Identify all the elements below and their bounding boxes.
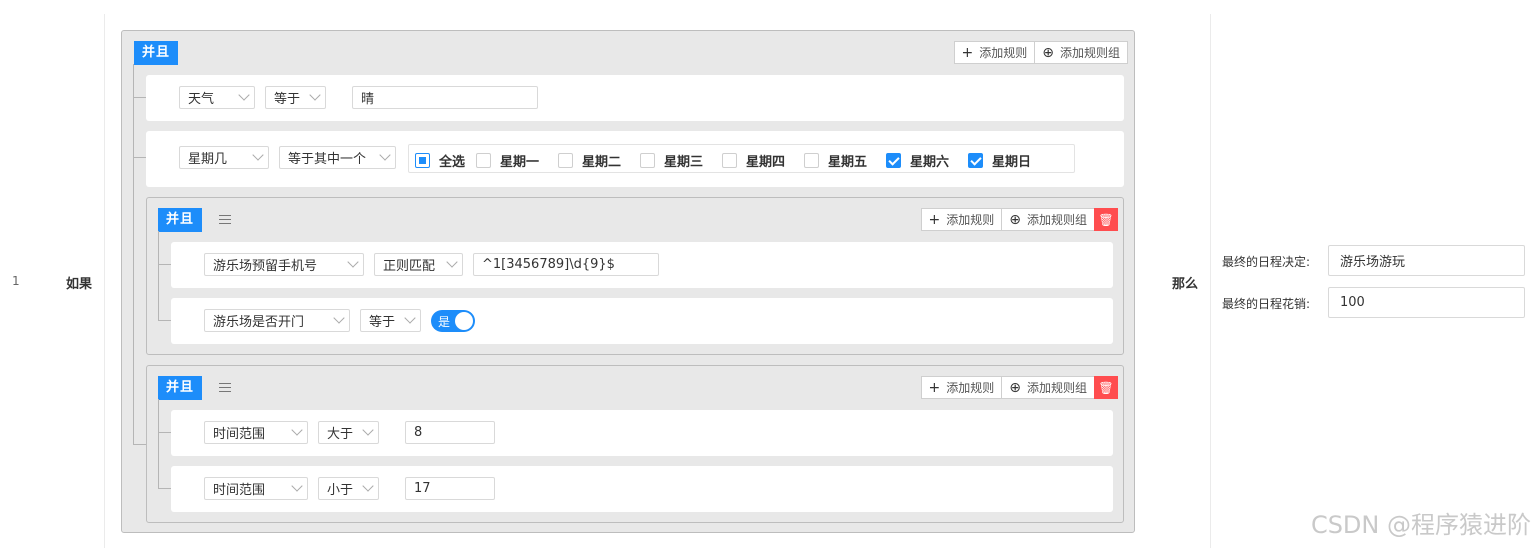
add-rule-group-button[interactable]: ⊕ 添加规则组 bbox=[1001, 208, 1095, 231]
delete-group-button[interactable]: 🗑 bbox=[1094, 208, 1118, 231]
chevron-down-icon bbox=[238, 89, 250, 101]
checkbox-friday[interactable]: 星期五 bbox=[804, 151, 867, 170]
operator-select[interactable]: 正则匹配 bbox=[374, 253, 463, 276]
chevron-down-icon bbox=[446, 256, 458, 268]
group-logic-tag[interactable]: 并且 bbox=[134, 41, 179, 65]
checkbox-icon bbox=[558, 153, 573, 168]
value-input[interactable]: 晴 bbox=[352, 86, 538, 109]
field-select[interactable]: 星期几 bbox=[179, 146, 269, 169]
checkbox-icon bbox=[476, 153, 491, 168]
decision-input[interactable]: 游乐场游玩 bbox=[1328, 245, 1525, 276]
tree-connector bbox=[158, 231, 159, 321]
tree-branch bbox=[133, 444, 147, 445]
checkbox-checked-icon bbox=[886, 153, 901, 168]
checkbox-checked-icon bbox=[968, 153, 983, 168]
add-rule-group-button[interactable]: ⊕ 添加规则组 bbox=[1001, 376, 1095, 399]
value-switch[interactable]: 是 bbox=[431, 310, 475, 332]
plus-icon: + bbox=[928, 379, 941, 396]
value-input[interactable]: ^1[3456789]\d{9}$ bbox=[473, 253, 659, 276]
operator-select[interactable]: 等于 bbox=[360, 309, 421, 332]
chevron-down-icon bbox=[362, 424, 374, 436]
delete-group-button[interactable]: 🗑 bbox=[1094, 376, 1118, 399]
chevron-down-icon bbox=[404, 312, 416, 324]
group-logic-tag[interactable]: 并且 bbox=[158, 376, 203, 400]
divider bbox=[104, 14, 105, 548]
weekday-checkbox-group: 全选 星期一 星期二 星期三 星期四 星期五 星期六 星期日 bbox=[408, 144, 1075, 173]
tree-branch bbox=[133, 97, 147, 98]
add-rule-button[interactable]: + 添加规则 bbox=[920, 208, 1003, 231]
tree-branch bbox=[158, 320, 172, 321]
add-rule-button[interactable]: + 添加规则 bbox=[920, 376, 1003, 399]
add-rule-button[interactable]: + 添加规则 bbox=[953, 41, 1036, 64]
value-input[interactable]: 8 bbox=[405, 421, 495, 444]
plus-circle-icon: ⊕ bbox=[1009, 379, 1021, 396]
chevron-down-icon bbox=[291, 480, 303, 492]
checkbox-icon bbox=[722, 153, 737, 168]
checkbox-wednesday[interactable]: 星期三 bbox=[640, 151, 703, 170]
chevron-down-icon bbox=[379, 149, 391, 161]
tree-branch bbox=[133, 157, 147, 158]
tree-branch bbox=[158, 432, 172, 433]
checkbox-thursday[interactable]: 星期四 bbox=[722, 151, 785, 170]
if-label: 如果 bbox=[66, 277, 93, 292]
outer-group-actions: + 添加规则 ⊕ 添加规则组 bbox=[953, 41, 1128, 64]
tree-connector bbox=[133, 64, 134, 444]
tree-connector bbox=[158, 399, 159, 489]
operator-select[interactable]: 大于 bbox=[318, 421, 379, 444]
decision-label: 最终的日程决定: bbox=[1222, 255, 1311, 269]
group-actions: + 添加规则 ⊕ 添加规则组 🗑 bbox=[920, 376, 1118, 399]
checkbox-indeterminate-icon bbox=[415, 153, 430, 168]
tree-branch bbox=[158, 488, 172, 489]
chevron-down-icon bbox=[309, 89, 321, 101]
trash-icon: 🗑 bbox=[1098, 212, 1114, 227]
tree-branch bbox=[158, 264, 172, 265]
plus-icon: + bbox=[928, 211, 941, 228]
checkbox-saturday[interactable]: 星期六 bbox=[886, 151, 949, 170]
list-icon[interactable] bbox=[219, 383, 231, 393]
switch-knob bbox=[455, 312, 473, 330]
checkbox-icon bbox=[804, 153, 819, 168]
checkbox-select-all[interactable]: 全选 bbox=[415, 151, 465, 170]
plus-icon: + bbox=[961, 44, 974, 61]
operator-select[interactable]: 小于 bbox=[318, 477, 379, 500]
chevron-down-icon bbox=[362, 480, 374, 492]
chevron-down-icon bbox=[347, 256, 359, 268]
plus-circle-icon: ⊕ bbox=[1009, 211, 1021, 228]
operator-select[interactable]: 等于其中一个 bbox=[279, 146, 396, 169]
group-actions: + 添加规则 ⊕ 添加规则组 🗑 bbox=[920, 208, 1118, 231]
checkbox-sunday[interactable]: 星期日 bbox=[968, 151, 1031, 170]
watermark: CSDN @程序猿进阶 bbox=[1310, 511, 1531, 539]
plus-circle-icon: ⊕ bbox=[1042, 44, 1054, 61]
add-rule-group-button[interactable]: ⊕ 添加规则组 bbox=[1034, 41, 1128, 64]
value-input[interactable]: 17 bbox=[405, 477, 495, 500]
field-select[interactable]: 时间范围 bbox=[204, 421, 308, 444]
chevron-down-icon bbox=[252, 149, 264, 161]
cost-input[interactable]: 100 bbox=[1328, 287, 1525, 318]
operator-select[interactable]: 等于 bbox=[265, 86, 326, 109]
field-select[interactable]: 游乐场预留手机号 bbox=[204, 253, 364, 276]
then-label: 那么 bbox=[1172, 277, 1199, 292]
checkbox-monday[interactable]: 星期一 bbox=[476, 151, 539, 170]
divider bbox=[1210, 14, 1211, 548]
field-select[interactable]: 天气 bbox=[179, 86, 255, 109]
field-select[interactable]: 游乐场是否开门 bbox=[204, 309, 350, 332]
rule-row-time-min bbox=[171, 410, 1113, 456]
checkbox-icon bbox=[640, 153, 655, 168]
chevron-down-icon bbox=[291, 424, 303, 436]
field-select[interactable]: 时间范围 bbox=[204, 477, 308, 500]
list-icon[interactable] bbox=[219, 215, 231, 225]
checkbox-tuesday[interactable]: 星期二 bbox=[558, 151, 621, 170]
rule-row-time-max bbox=[171, 466, 1113, 512]
row-number: 1 bbox=[12, 274, 20, 288]
trash-icon: 🗑 bbox=[1098, 380, 1114, 395]
chevron-down-icon bbox=[333, 312, 345, 324]
group-logic-tag[interactable]: 并且 bbox=[158, 208, 203, 232]
cost-label: 最终的日程花销: bbox=[1222, 297, 1311, 311]
